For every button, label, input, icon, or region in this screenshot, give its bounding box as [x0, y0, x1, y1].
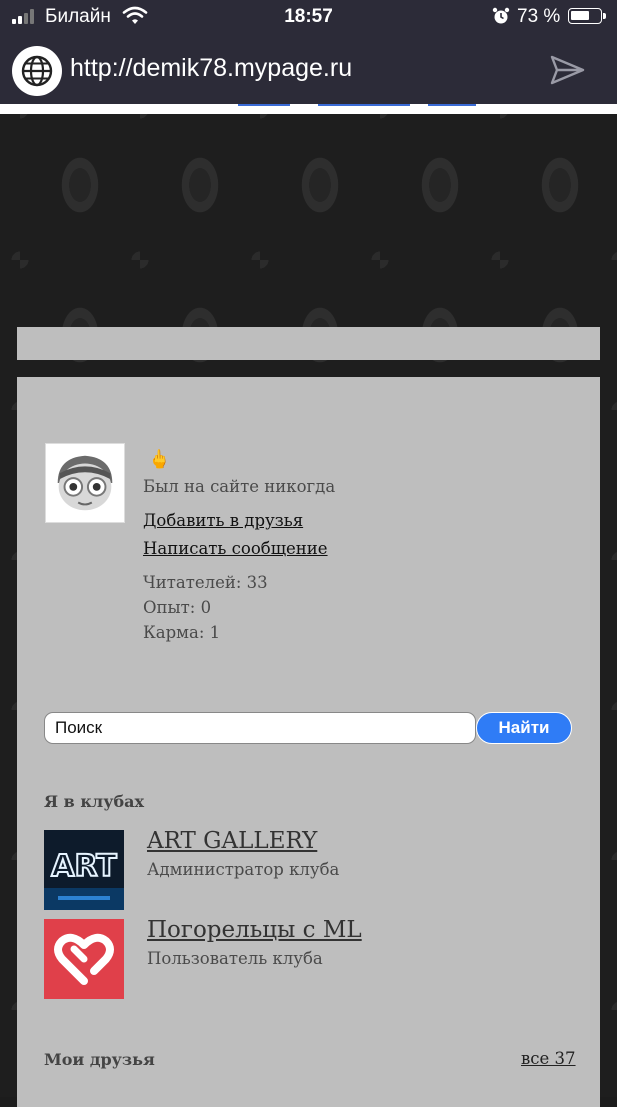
page-top-strip	[0, 104, 617, 114]
address-bar[interactable]: http://demik78.mypage.ru	[0, 40, 617, 100]
all-friends-link[interactable]: все 37	[521, 1049, 576, 1068]
readers-count: Читателей: 33	[143, 573, 268, 592]
club-role: Пользователь клуба	[147, 949, 323, 968]
send-icon[interactable]	[548, 52, 586, 88]
friends-title: Мои друзья	[44, 1050, 155, 1069]
browser-chrome: Билайн 18:57 73 % http://demik78.mypage.…	[0, 0, 617, 104]
header-bar	[17, 327, 600, 360]
club-name-art-gallery[interactable]: ART GALLERY	[147, 828, 317, 854]
battery-icon	[568, 8, 606, 24]
add-friend-link[interactable]: Добавить в друзья	[143, 511, 303, 530]
avatar-face-icon	[57, 455, 113, 511]
alarm-icon	[492, 7, 510, 24]
experience-value: Опыт: 0	[143, 598, 212, 617]
heart-icon	[44, 919, 124, 999]
write-message-link[interactable]: Написать сообщение	[143, 539, 328, 558]
battery-percent: 73 %	[517, 6, 561, 27]
clubs-title: Я в клубах	[44, 792, 145, 811]
art-neon-text: ART	[51, 849, 117, 884]
gesture-emoji: 🖕	[148, 449, 171, 470]
art-neon-icon: ART	[44, 830, 124, 910]
globe-icon[interactable]	[12, 46, 62, 96]
last-seen: Был на сайте никогда	[143, 477, 336, 496]
profile-panel: 🖕 Был на сайте никогда Добавить в друзья…	[17, 377, 600, 1107]
karma-value: Карма: 1	[143, 623, 221, 642]
club-image-pogorelcy[interactable]	[44, 919, 124, 999]
club-role: Администратор клуба	[147, 860, 340, 879]
status-bar: Билайн 18:57 73 %	[0, 0, 617, 36]
club-name-pogorelcy[interactable]: Погорельцы с ML	[147, 917, 362, 943]
url-text[interactable]: http://demik78.mypage.ru	[70, 54, 352, 83]
avatar[interactable]	[45, 443, 125, 523]
club-image-art-gallery[interactable]: ART	[44, 830, 124, 910]
search-form: Найти	[44, 712, 574, 748]
search-button[interactable]: Найти	[476, 712, 572, 744]
search-input[interactable]	[44, 712, 476, 744]
